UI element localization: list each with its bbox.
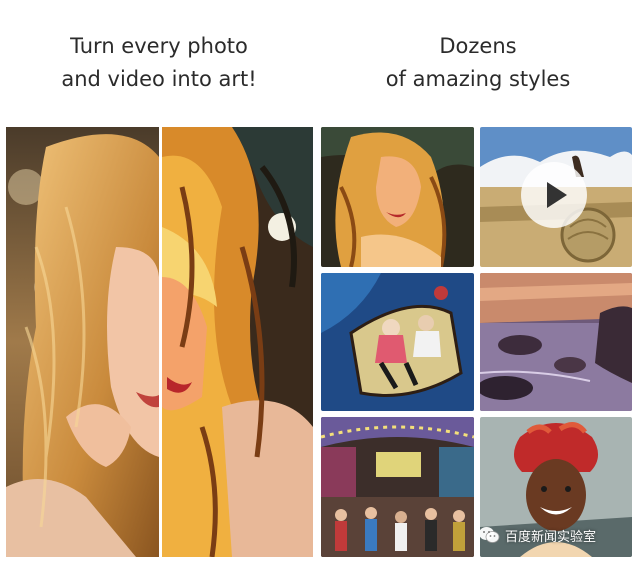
original-photo-half: [6, 127, 159, 557]
right-headline-line2: of amazing styles: [385, 67, 571, 91]
style-tile-seashore[interactable]: [480, 273, 632, 411]
style-tile-woman[interactable]: [321, 127, 474, 267]
watermark-text: 百度新闻实验室: [505, 529, 597, 545]
video-play-button[interactable]: [521, 162, 587, 228]
play-icon: [547, 182, 567, 208]
art-filter-half: [162, 127, 313, 557]
right-headline-line1: Dozens: [439, 34, 517, 58]
style-tile-street-market[interactable]: [321, 417, 474, 557]
left-headline-line1: Turn every photo: [70, 34, 248, 58]
watermark: 百度新闻实验室: [478, 524, 596, 546]
left-headline-line2: and video into art!: [61, 67, 257, 91]
wechat-logo-icon: [479, 527, 500, 543]
style-tile-boat[interactable]: [321, 273, 474, 411]
right-headline: Dozens of amazing styles: [318, 30, 638, 96]
left-headline: Turn every photo and video into art!: [0, 30, 318, 96]
before-after-portrait: [6, 127, 313, 557]
